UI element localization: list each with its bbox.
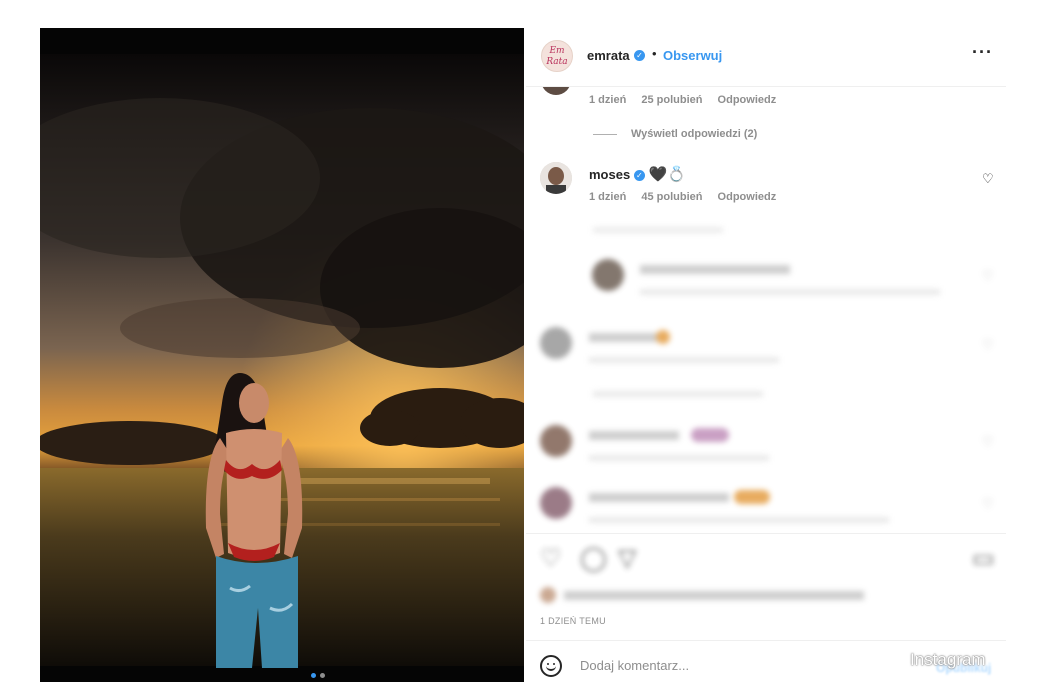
- avatar-text-bottom: Rata: [546, 57, 568, 67]
- carousel-dot: [311, 673, 316, 678]
- blurred-view-replies: [593, 391, 763, 397]
- blurred-comment-meta: [640, 289, 940, 295]
- blurred-comment-text: [589, 431, 679, 440]
- divider-line: [593, 133, 617, 135]
- blurred-emoji: [734, 490, 770, 504]
- separator: •: [652, 46, 657, 61]
- comment-avatar: [540, 327, 572, 359]
- liker-avatar: [540, 587, 556, 603]
- like-comment-heart-icon: ♡: [982, 496, 994, 511]
- more-options-icon[interactable]: ···: [972, 42, 993, 63]
- post-timestamp: 1 DZIEŃ TEMU: [540, 616, 606, 626]
- comment-meta: 1 dzień 25 polubień Odpowiedz: [589, 94, 788, 106]
- smile-icon[interactable]: [540, 655, 562, 677]
- share-icon[interactable]: ▽: [618, 544, 636, 573]
- follow-button[interactable]: Obserwuj: [663, 48, 722, 63]
- comment-likes[interactable]: 45 polubień: [641, 191, 702, 203]
- comment-input[interactable]: [578, 657, 882, 674]
- post-header: Em Rata emrata ✓ • Obserwuj ···: [526, 28, 1006, 87]
- view-replies-label: Wyświetl odpowiedzi (2): [631, 128, 758, 140]
- comment-likes[interactable]: 25 polubień: [641, 94, 702, 106]
- moses-username[interactable]: moses: [589, 167, 630, 182]
- comment-meta: 1 dzień 45 polubień Odpowiedz: [589, 191, 788, 203]
- comment-avatar[interactable]: [541, 87, 571, 95]
- avatar[interactable]: Em Rata: [541, 40, 573, 72]
- sunset-beach-photo: [40, 28, 524, 682]
- blurred-comment-meta: [589, 455, 769, 461]
- reply-button[interactable]: Odpowiedz: [718, 191, 777, 203]
- post-actions: ♡ ◯ ▽ ▭ 1 DZIEŃ TEMU: [526, 533, 1006, 634]
- blurred-comment-meta: [589, 357, 779, 363]
- post-side-panel: Em Rata emrata ✓ • Obserwuj ··· 1 dzień …: [526, 28, 1006, 696]
- moses-avatar-photo: [540, 162, 572, 194]
- carousel-dot: [320, 673, 325, 678]
- avatar-text-top: Em: [549, 46, 565, 56]
- bookmark-icon[interactable]: ▭: [972, 544, 995, 573]
- post-photo[interactable]: ›: [40, 28, 524, 682]
- post-username[interactable]: emrata: [587, 48, 630, 63]
- blurred-view-replies: [593, 227, 723, 233]
- like-comment-heart-icon: ♡: [982, 434, 994, 449]
- blurred-emoji: [656, 330, 670, 344]
- blurred-emoji: [691, 428, 729, 442]
- comment-username[interactable]: moses ✓ 🖤💍: [589, 165, 686, 183]
- blurred-comment-text: [589, 493, 729, 502]
- verified-badge-icon: ✓: [634, 50, 645, 61]
- carousel-indicators: [311, 673, 325, 678]
- comment-avatar: [540, 425, 572, 457]
- instagram-watermark: Instagram: [910, 650, 986, 669]
- heart-outline-icon[interactable]: ♡: [540, 544, 562, 573]
- comment-text: 🖤💍: [648, 166, 686, 183]
- likes-summary[interactable]: [540, 587, 864, 603]
- like-comment-heart-icon[interactable]: ♡: [982, 171, 994, 187]
- comment-icon[interactable]: ◯: [580, 544, 607, 573]
- comment-age: 1 dzień: [589, 94, 627, 106]
- blurred-likes-text: [564, 590, 864, 600]
- comment-avatar: [592, 259, 624, 291]
- comment-avatar[interactable]: [540, 162, 572, 194]
- comment-age: 1 dzień: [589, 191, 627, 203]
- view-replies-button[interactable]: Wyświetl odpowiedzi (2): [593, 128, 757, 140]
- reply-button[interactable]: Odpowiedz: [718, 94, 777, 106]
- comments-list[interactable]: 1 dzień 25 polubień Odpowiedz Wyświetl o…: [526, 87, 1006, 530]
- verified-badge-icon: ✓: [633, 170, 645, 182]
- blurred-comment-text: [640, 265, 790, 274]
- comment-avatar: [540, 487, 572, 519]
- like-comment-heart-icon: ♡: [982, 268, 994, 283]
- like-comment-heart-icon: ♡: [982, 337, 994, 352]
- blurred-comment-meta: [589, 517, 889, 523]
